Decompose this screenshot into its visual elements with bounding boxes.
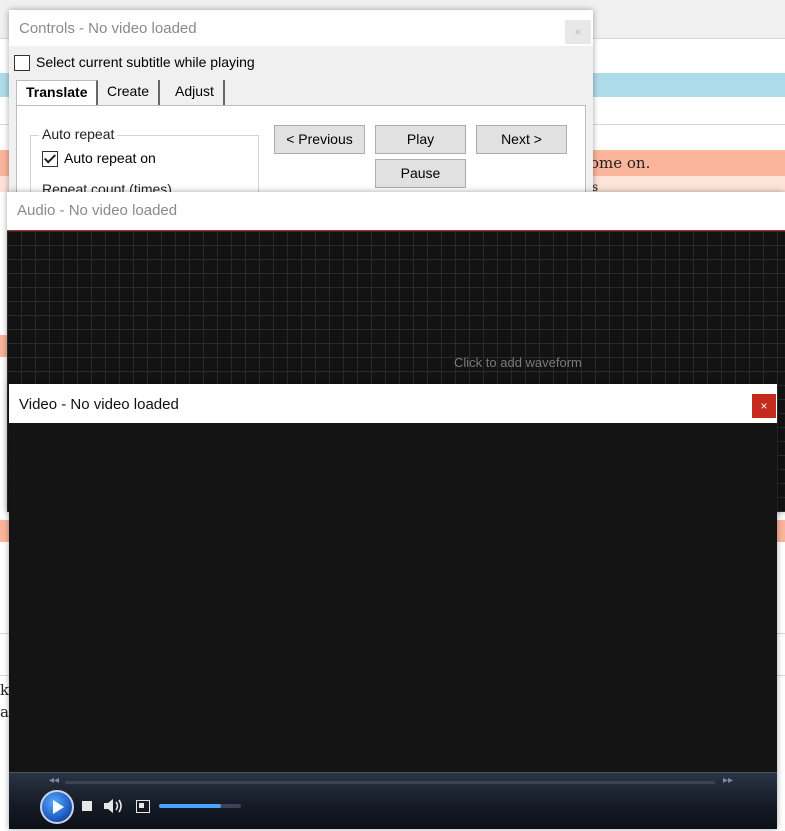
tab-translate[interactable]: Translate (16, 80, 99, 106)
auto-repeat-checkbox[interactable] (42, 151, 58, 168)
volume-slider[interactable] (159, 804, 241, 808)
video-close-button[interactable]: × (752, 394, 776, 418)
controls-titlebar[interactable]: Controls - No video loaded × (9, 10, 593, 46)
auto-repeat-label: Auto repeat on (64, 150, 156, 166)
video-window: Video - No video loaded × ◂◂ ▸▸ (9, 384, 777, 829)
controls-window: Controls - No video loaded × Select curr… (9, 10, 593, 195)
stop-icon[interactable] (82, 801, 92, 811)
play-icon[interactable] (40, 790, 74, 824)
controls-close-button[interactable]: × (565, 20, 591, 44)
auto-repeat-group-title: Auto repeat (39, 126, 118, 142)
previous-button[interactable]: < Previous (274, 125, 365, 154)
auto-repeat-group: Auto repeat Auto repeat on Repeat count … (30, 126, 259, 195)
controls-window-title: Controls - No video loaded (19, 20, 197, 37)
volume-level-fill (159, 804, 221, 808)
fullscreen-icon[interactable] (136, 800, 150, 813)
seek-forward-icon: ▸▸ (723, 775, 734, 786)
pause-button[interactable]: Pause (375, 159, 466, 188)
select-subtitle-checkbox[interactable] (14, 55, 30, 72)
tab-create[interactable]: Create (98, 80, 161, 105)
video-display[interactable] (9, 423, 777, 772)
next-button[interactable]: Next > (476, 125, 567, 154)
select-subtitle-option[interactable]: Select current subtitle while playing (14, 54, 255, 72)
video-window-title: Video - No video loaded (19, 396, 179, 413)
bg-text-fragment: k (0, 681, 10, 699)
audio-window-title: Audio - No video loaded (17, 202, 178, 219)
select-subtitle-label: Select current subtitle while playing (36, 54, 255, 70)
bg-text-fragment: ome on. (590, 154, 651, 172)
audio-titlebar[interactable]: Audio - No video loaded (7, 192, 785, 230)
tab-adjust[interactable]: Adjust (166, 80, 225, 105)
video-titlebar[interactable]: Video - No video loaded × (9, 384, 777, 423)
seek-bar[interactable] (65, 781, 715, 784)
waveform-hint: Click to add waveform (454, 355, 582, 370)
translate-tab-panel: Auto repeat Auto repeat on Repeat count … (16, 105, 586, 195)
seek-back-icon: ◂◂ (49, 775, 60, 786)
volume-icon[interactable] (103, 798, 125, 814)
bg-text-fragment: a (0, 703, 9, 721)
play-button[interactable]: Play (375, 125, 466, 154)
auto-repeat-option[interactable]: Auto repeat on (42, 150, 156, 168)
player-controls: ◂◂ ▸▸ (9, 772, 777, 829)
